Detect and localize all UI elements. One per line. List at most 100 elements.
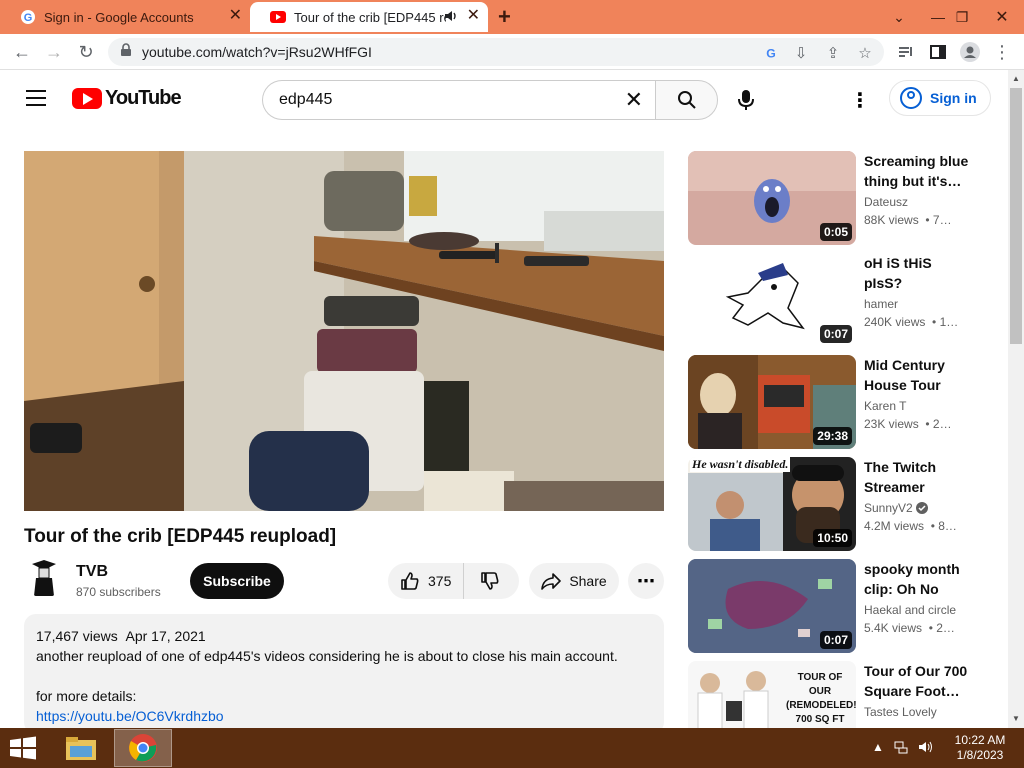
search-icon (677, 91, 696, 109)
recommended-title[interactable]: spooky month clip: Oh No he'… (864, 559, 972, 599)
description-text-more: for more details: (36, 688, 137, 704)
tab-youtube-video[interactable]: Tour of the crib [EDP445 reu ✕ (250, 2, 488, 32)
youtube-header: YouTube edp445 ✕ ⋮ Sign in (0, 70, 1008, 130)
lock-icon[interactable] (120, 42, 134, 62)
recommended-channel[interactable]: Haekal and circle (864, 603, 956, 617)
video-thumbnail[interactable]: 29:38 (688, 355, 856, 449)
scroll-down-arrow-icon[interactable]: ▼ (1012, 714, 1020, 723)
scrollbar-thumb[interactable] (1010, 88, 1022, 344)
youtube-logo[interactable]: YouTube (72, 87, 182, 110)
recommended-title[interactable]: oH iS tHiS pIsS? (864, 253, 972, 293)
video-title: Tour of the crib [EDP445 reupload] (24, 526, 337, 547)
account-circle-icon (900, 87, 922, 109)
new-tab-button[interactable]: + (498, 6, 511, 28)
recommended-channel[interactable]: hamer (864, 297, 898, 311)
video-frame (24, 151, 664, 511)
video-player[interactable] (24, 151, 664, 511)
speaker-icon[interactable] (444, 9, 458, 26)
duration-badge: 0:05 (819, 223, 852, 241)
video-thumbnail[interactable]: 0:05 (688, 151, 856, 245)
video-description[interactable]: 17,467 views Apr 17, 2021 another reuplo… (24, 614, 664, 734)
recommended-stats: 240K views • 1… (864, 315, 959, 329)
close-tab-icon[interactable]: ✕ (229, 8, 242, 24)
thumbs-down-icon (481, 572, 499, 590)
upload-date: Apr 17, 2021 (125, 628, 206, 644)
recommended-title[interactable]: Screaming blue thing but it's… (864, 151, 972, 191)
browser-tab-strip: G Sign in - Google Accounts ✕ Tour of th… (0, 0, 1024, 34)
recommended-stats: 5.4K views • 2… (864, 621, 955, 635)
voice-search-button[interactable] (728, 82, 764, 118)
volume-icon[interactable] (918, 740, 934, 757)
recommended-title[interactable]: Mid Century House Tour (864, 355, 972, 395)
channel-name[interactable]: TVB (76, 563, 108, 581)
reload-icon[interactable]: ↻ (74, 40, 98, 64)
search-button[interactable] (655, 80, 718, 120)
description-link[interactable]: https://youtu.be/OC6Vkrdhzbo (36, 708, 224, 724)
browser-toolbar: ← → ↻ youtube.com/watch?v=jRsu2WHfFGI G … (0, 34, 1024, 70)
microphone-icon (738, 90, 754, 110)
tab-search-chevron-icon[interactable]: ⌄ (877, 0, 921, 34)
video-thumbnail[interactable]: 0:07 (688, 253, 856, 347)
svg-text:G: G (766, 46, 776, 60)
recommended-video[interactable]: 0:07 spooky month clip: Oh No he'… Haeka… (688, 559, 988, 653)
recommended-video[interactable]: 29:38 Mid Century House Tour Karen T 23K… (688, 355, 988, 449)
recommended-channel[interactable]: Karen T (864, 399, 906, 413)
video-thumbnail[interactable]: He wasn't disabled. 10:50 (688, 457, 856, 551)
recommended-stats: 23K views • 2… (864, 417, 952, 431)
share-page-icon[interactable]: ⇪ (822, 42, 844, 64)
restore-button[interactable]: ❐ (940, 0, 984, 34)
recommended-channel[interactable]: Tastes Lovely (864, 705, 937, 719)
recommended-video[interactable]: He wasn't disabled. 10:50 The Twitch Str… (688, 457, 988, 551)
subscribe-button[interactable]: Subscribe (190, 563, 284, 599)
recommended-video[interactable]: 0:07 oH iS tHiS pIsS? hamer 240K views •… (688, 253, 988, 347)
chrome-menu-icon[interactable]: ⋮ (990, 40, 1014, 64)
bookmark-star-icon[interactable]: ☆ (854, 42, 876, 64)
scroll-up-arrow-icon[interactable]: ▲ (1012, 74, 1020, 83)
video-thumbnail[interactable]: 0:07 (688, 559, 856, 653)
windows-start-icon[interactable] (8, 736, 40, 760)
forward-arrow-icon[interactable]: → (42, 40, 66, 64)
chrome-taskbar-icon[interactable] (114, 729, 172, 767)
search-input[interactable]: edp445 ✕ (262, 80, 655, 120)
tab-title: Sign in - Google Accounts (44, 9, 194, 25)
subscriber-count: 870 subscribers (76, 585, 161, 599)
network-icon[interactable] (894, 740, 908, 757)
file-explorer-icon[interactable] (56, 730, 106, 766)
sign-in-button[interactable]: Sign in (889, 80, 991, 116)
search-query: edp445 (279, 91, 333, 108)
recommended-channel[interactable]: Dateusz (864, 195, 908, 209)
media-control-icon[interactable] (894, 40, 918, 64)
back-arrow-icon[interactable]: ← (10, 40, 34, 64)
taskbar-clock[interactable]: 10:22 AM 1/8/2023 (948, 733, 1012, 763)
recommended-title[interactable]: The Twitch Streamer Who… (864, 457, 972, 497)
google-g-icon: G (20, 9, 36, 25)
show-hidden-icons-icon[interactable]: ▲ (872, 740, 884, 757)
recommended-video[interactable]: 0:05 Screaming blue thing but it's… Date… (688, 151, 988, 245)
like-button[interactable]: 375 (388, 563, 465, 599)
close-tab-icon[interactable]: ✕ (467, 8, 480, 24)
profile-icon[interactable] (958, 40, 982, 64)
recommended-channel[interactable]: SunnyV2 (864, 501, 929, 517)
google-g-icon[interactable]: G (760, 42, 782, 64)
dislike-button[interactable] (464, 563, 516, 599)
address-bar[interactable]: youtube.com/watch?v=jRsu2WHfFGI G ⇩ ⇪ ☆ (108, 38, 884, 66)
close-window-button[interactable]: ✕ (980, 0, 1024, 34)
svg-text:G: G (24, 12, 33, 24)
channel-avatar[interactable] (24, 558, 64, 598)
page-scrollbar[interactable]: ▲ ▼ (1008, 70, 1024, 728)
view-date-line: 17,467 views Apr 17, 2021 (36, 626, 652, 646)
share-button[interactable]: Share (529, 563, 619, 599)
thumbnail-caption: He wasn't disabled. (690, 457, 791, 472)
url-text: youtube.com/watch?v=jRsu2WHfFGI (142, 44, 372, 60)
menu-icon[interactable] (24, 90, 48, 110)
more-actions-icon[interactable]: ⋯ (628, 563, 664, 599)
install-app-icon[interactable]: ⇩ (790, 42, 812, 64)
windows-taskbar: ▲ 10:22 AM 1/8/2023 (0, 728, 1024, 768)
side-panel-icon[interactable] (926, 40, 950, 64)
like-count: 375 (428, 573, 452, 589)
recommended-title[interactable]: Tour of Our 700 Square Foot… (864, 661, 972, 701)
clear-search-icon[interactable]: ✕ (625, 87, 643, 113)
tab-google-accounts[interactable]: G Sign in - Google Accounts ✕ (0, 2, 250, 32)
thumbnail-caption: TOUR OF OUR (REMODELED!) 700 SQ FT (786, 672, 856, 725)
settings-more-icon[interactable]: ⋮ (848, 86, 872, 114)
